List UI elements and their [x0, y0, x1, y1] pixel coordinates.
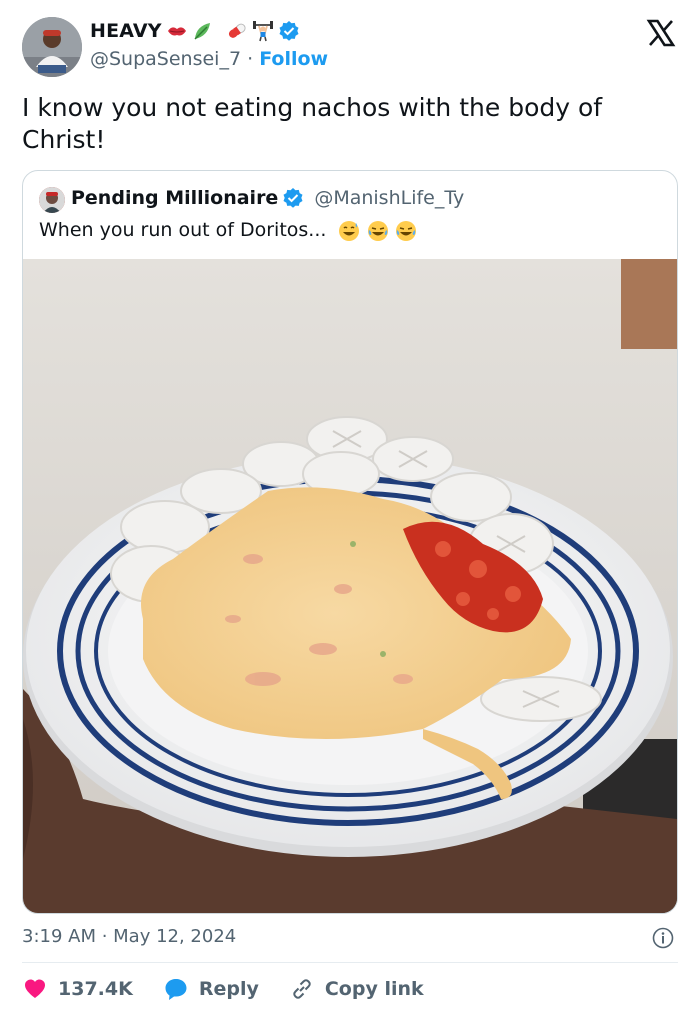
quoted-author-avatar[interactable] [39, 187, 65, 213]
verified-badge-icon [283, 188, 303, 208]
actions-divider [22, 962, 678, 963]
reply-bubble-icon [165, 979, 187, 1000]
weightlifter-icon [252, 21, 273, 42]
quoted-post-text: When you run out of Doritos... [39, 219, 327, 241]
handle-separator: · [247, 48, 254, 70]
quoted-author-handle[interactable]: @ManishLife_Ty [314, 187, 464, 209]
grinning-sweat-icon [339, 220, 360, 241]
info-icon[interactable] [652, 927, 674, 949]
post-actions: 137.4K Reply Copy link [22, 976, 454, 1002]
tears-of-joy-icon [395, 220, 416, 241]
post-timestamp[interactable]: 3:19 AM · May 12, 2024 [22, 926, 236, 947]
pill-icon [228, 23, 246, 38]
quoted-author-row[interactable]: Pending Millionaire @ManishLife_Ty [71, 187, 464, 209]
like-count: 137.4K [58, 978, 133, 1000]
quoted-post-text-row: When you run out of Doritos... [39, 219, 417, 242]
post-text: I know you not eating nachos with the bo… [22, 93, 603, 154]
x-logo-icon[interactable] [646, 18, 676, 48]
quoted-post-card[interactable]: Pending Millionaire @ManishLife_Ty When … [22, 170, 678, 914]
like-button[interactable]: 137.4K [22, 976, 133, 1002]
tears-of-joy-icon [367, 220, 388, 241]
quoted-post-photo[interactable] [23, 259, 677, 913]
quoted-author-name[interactable]: Pending Millionaire [71, 187, 278, 209]
heart-icon [25, 979, 45, 998]
copy-link-button[interactable]: Copy link [289, 976, 424, 1002]
author-name-row[interactable]: HEAVY [90, 20, 300, 42]
verified-badge-icon [279, 21, 299, 41]
reply-label: Reply [198, 978, 259, 1000]
link-icon [293, 979, 311, 999]
follow-button[interactable]: Follow [259, 48, 328, 70]
lips-icon [167, 27, 186, 36]
author-handle-row: @SupaSensei_7 · Follow [90, 48, 328, 70]
author-handle[interactable]: @SupaSensei_7 [90, 48, 241, 70]
copy-link-label: Copy link [324, 978, 424, 1000]
author-name[interactable]: HEAVY [90, 20, 162, 42]
author-avatar[interactable] [22, 17, 82, 77]
reply-button[interactable]: Reply [163, 976, 259, 1002]
leafy-green-icon [194, 23, 210, 40]
